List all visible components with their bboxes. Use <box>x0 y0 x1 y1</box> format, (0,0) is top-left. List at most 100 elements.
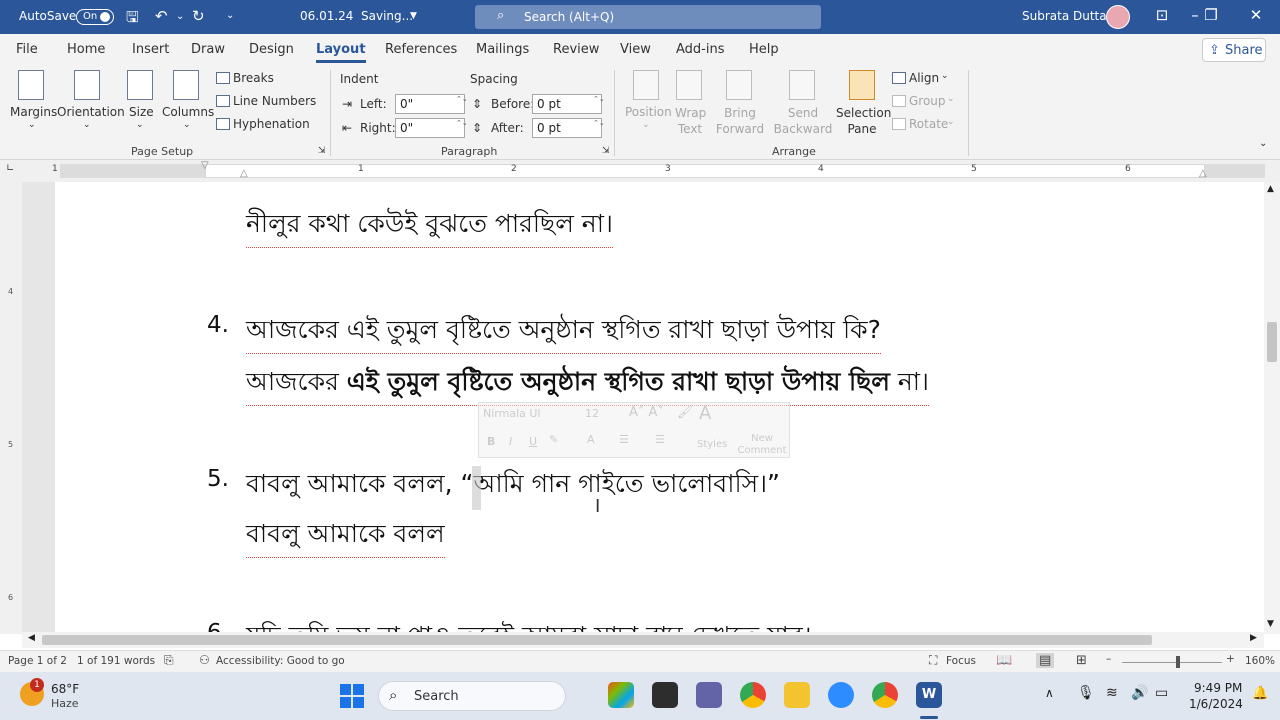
vertical-scrollbar[interactable]: ▲ ▼ <box>1264 182 1280 634</box>
paragraph-launcher-icon[interactable]: ⇲ <box>602 146 610 156</box>
spacing-before-input[interactable]: 0 pt <box>532 94 602 114</box>
highlight-icon[interactable]: ✎ <box>549 433 558 446</box>
search-box[interactable]: ⌕ Search (Alt+Q) <box>475 5 821 29</box>
margins-button[interactable]: Margins <box>10 105 57 119</box>
spacing-after-input[interactable]: 0 pt <box>532 118 602 138</box>
chevron-down-icon[interactable]: ⌄ <box>183 120 191 130</box>
right-indent-marker-icon[interactable]: △ <box>1199 168 1207 179</box>
zoom-app-icon[interactable] <box>828 682 854 708</box>
breaks-button[interactable]: Breaks <box>233 71 274 85</box>
numbering-icon[interactable]: ☰ <box>655 433 665 446</box>
hyphenation-button[interactable]: Hyphenation <box>233 117 310 131</box>
proofing-icon[interactable]: ⎘ <box>164 653 174 668</box>
format-painter-icon[interactable]: 🖌 <box>677 405 694 420</box>
horizontal-ruler[interactable]: ∟ 1 1 2 3 4 5 6 ▽ △ △ <box>0 160 1280 182</box>
new-comment-button[interactable]: New Comment <box>737 433 787 457</box>
user-avatar[interactable] <box>1106 5 1130 29</box>
scroll-down-icon[interactable]: ▼ <box>1267 619 1274 629</box>
clock-time[interactable]: 9:49 PM <box>1194 681 1242 695</box>
size-icon[interactable] <box>127 70 153 100</box>
teams-icon[interactable] <box>696 682 722 708</box>
document-line[interactable]: বাবলু আমাকে বলল, “আমি গান গাইতে ভালোবাসি… <box>246 464 780 507</box>
accessibility-icon[interactable]: ⚇ <box>199 653 210 667</box>
save-icon[interactable]: 🖫 <box>126 7 139 32</box>
redo-icon[interactable]: ↻ <box>192 7 205 25</box>
wifi-icon[interactable]: ≋ <box>1106 685 1118 701</box>
horizontal-scrollbar[interactable]: ◀ ▶ <box>22 632 1264 648</box>
orientation-button[interactable]: Orientation <box>57 105 125 119</box>
read-mode-icon[interactable]: 📖 <box>996 653 1012 668</box>
zoom-in-icon[interactable]: + <box>1226 653 1235 665</box>
chevron-down-icon[interactable]: ⌄ <box>136 120 144 130</box>
scroll-up-icon[interactable]: ▲ <box>1267 184 1274 194</box>
customize-toolbar-icon[interactable]: ⌄ <box>226 10 234 21</box>
word-count[interactable]: 1 of 191 words <box>77 655 155 667</box>
accessibility-status[interactable]: Accessibility: Good to go <box>216 655 345 667</box>
indent-right-input[interactable]: 0" <box>395 118 465 138</box>
print-layout-icon[interactable]: ▤ <box>1036 653 1055 668</box>
bold-icon[interactable]: B <box>487 435 495 448</box>
font-color-icon[interactable]: A <box>587 433 595 446</box>
styles-label[interactable]: Styles <box>697 439 727 450</box>
tab-home[interactable]: Home <box>67 42 105 57</box>
web-layout-icon[interactable]: ⊞ <box>1076 653 1087 668</box>
italic-icon[interactable]: I <box>509 435 512 448</box>
selection-pane-icon[interactable] <box>849 70 875 100</box>
columns-button[interactable]: Columns <box>162 105 214 119</box>
margins-icon[interactable] <box>18 70 44 100</box>
document-line[interactable]: আজকের এই তুমুল বৃষ্টিতে অনুষ্ঠান স্থগিত … <box>246 362 929 406</box>
clock-date[interactable]: 1/6/2024 <box>1189 697 1243 711</box>
scroll-right-icon[interactable]: ▶ <box>1250 633 1257 643</box>
task-view-icon[interactable] <box>652 682 678 708</box>
restore-icon[interactable]: ❐ <box>1196 6 1226 28</box>
zoom-level[interactable]: 160% <box>1245 655 1275 667</box>
weather-temp[interactable]: 68°F <box>51 682 79 696</box>
undo-icon[interactable]: ↶ <box>155 7 168 25</box>
chevron-down-icon[interactable]: ⌄ <box>83 120 91 130</box>
scroll-thumb[interactable] <box>42 635 1152 645</box>
document-line[interactable]: নীলুর কথা কেউই বুঝতে পারছিল না। <box>246 204 613 248</box>
selection-pane-button[interactable]: Selection Pane <box>836 105 891 137</box>
indent-left-input[interactable]: 0" <box>395 94 465 114</box>
chrome-icon[interactable] <box>740 682 766 708</box>
focus-button[interactable]: Focus <box>946 655 976 667</box>
chrome-profile-icon[interactable] <box>872 682 898 708</box>
zoom-out-icon[interactable]: – <box>1106 653 1111 665</box>
undo-dropdown-icon[interactable]: ⌄ <box>176 11 184 22</box>
underline-icon[interactable]: U <box>529 435 537 448</box>
page-setup-launcher-icon[interactable]: ⇲ <box>318 146 326 156</box>
autosave-toggle[interactable]: On <box>76 9 114 25</box>
tab-insert[interactable]: Insert <box>132 42 169 57</box>
ribbon-display-options-icon[interactable]: ⊡ <box>1147 6 1177 28</box>
tab-layout[interactable]: Layout <box>316 42 366 63</box>
mini-toolbar[interactable]: Nirmala UI 12 A˄ A˅ 🖌 A B I U ✎ A ☰ ☰ St… <box>478 402 790 458</box>
scroll-thumb[interactable] <box>1267 322 1277 362</box>
windows-start-icon[interactable] <box>340 684 364 708</box>
document-canvas[interactable]: ▔▔▔ ▔▔▔ ▔▔▔▔▔ ▔▔▔▔▔▔ ▔▔▔▔▔▔ ▔▔▔▔▔ নীলুর … <box>22 182 1264 634</box>
close-icon[interactable]: ✕ <box>1241 6 1271 28</box>
hanging-indent-marker-icon[interactable]: △ <box>240 168 248 179</box>
tab-mailings[interactable]: Mailings <box>476 42 529 57</box>
zoom-slider[interactable] <box>1122 662 1222 663</box>
document-line[interactable]: আজকের এই তুমুল বৃষ্টিতে অনুষ্ঠান স্থগিত … <box>246 310 881 354</box>
columns-icon[interactable] <box>173 70 199 100</box>
notifications-icon[interactable]: 🔔 <box>1252 686 1268 701</box>
font-name-box[interactable]: Nirmala UI <box>483 407 541 420</box>
chevron-down-icon[interactable]: ⌄ <box>28 120 36 130</box>
tray-overflow-icon[interactable]: ∧ <box>1045 686 1054 700</box>
battery-icon[interactable]: ▭ <box>1155 685 1168 701</box>
focus-icon[interactable]: ⛶ <box>929 653 937 668</box>
zoom-slider-thumb[interactable] <box>1176 656 1180 668</box>
styles-icon[interactable]: A <box>699 403 711 424</box>
tab-selector-icon[interactable]: ∟ <box>6 163 14 174</box>
tab-design[interactable]: Design <box>249 42 294 57</box>
tab-add-ins[interactable]: Add-ins <box>676 42 724 57</box>
tab-review[interactable]: Review <box>553 42 599 57</box>
copilot-icon[interactable] <box>608 682 634 708</box>
bullets-icon[interactable]: ☰ <box>619 433 629 446</box>
document-line[interactable]: বাবলু আমাকে বলল <box>246 514 445 558</box>
filename-chevron-icon[interactable]: ▼ <box>410 11 417 21</box>
align-button[interactable]: Align <box>909 71 939 85</box>
document-filename[interactable]: 06.01.24 <box>300 9 353 23</box>
word-taskbar-icon[interactable]: W <box>916 682 942 708</box>
